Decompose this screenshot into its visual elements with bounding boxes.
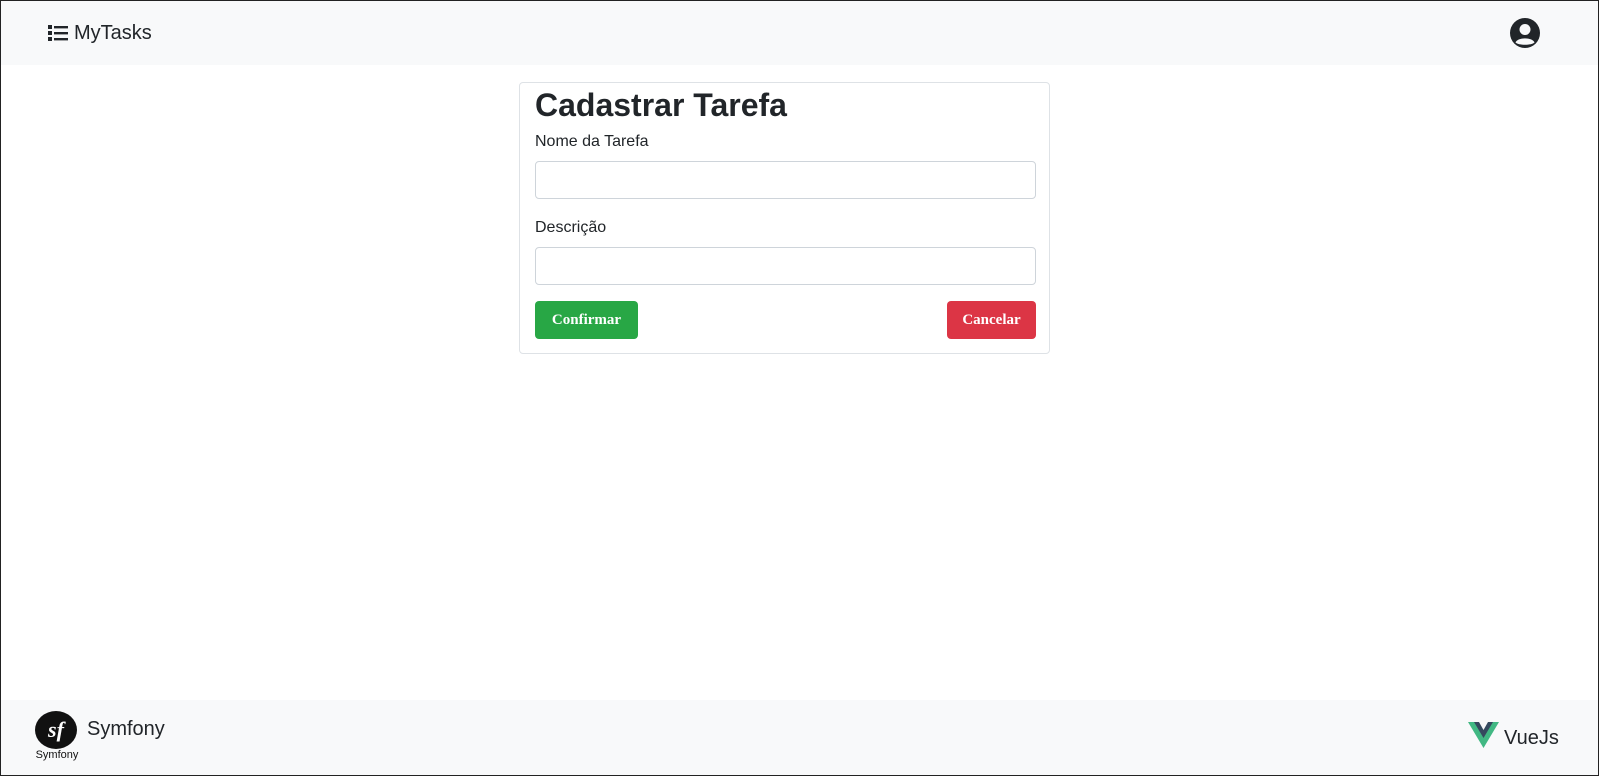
symfony-logo: sf Symfony — [30, 711, 80, 763]
task-description-input[interactable] — [535, 247, 1036, 285]
cancel-button[interactable]: Cancelar — [947, 301, 1036, 339]
symfony-logo-caption: Symfony — [35, 749, 79, 761]
symfony-logo-icon: sf — [35, 711, 77, 749]
task-form-card: Cadastrar Tarefa Nome da Tarefa Descriçã… — [519, 82, 1050, 354]
task-description-label: Descrição — [535, 219, 607, 236]
task-name-input[interactable] — [535, 161, 1036, 199]
brand-title: MyTasks — [74, 22, 152, 44]
svg-text:sf: sf — [47, 717, 67, 742]
app-window: MyTasks Cadastrar Tarefa Nome da Tarefa … — [0, 0, 1599, 776]
page-footer: sf Symfony Symfony VueJs — [1, 700, 1598, 775]
list-icon — [48, 25, 68, 41]
brand-link[interactable]: MyTasks — [48, 21, 152, 45]
task-name-label: Nome da Tarefa — [535, 133, 649, 150]
vuejs-label: VueJs — [1504, 727, 1559, 749]
top-navbar: MyTasks — [1, 1, 1598, 65]
symfony-label: Symfony — [87, 718, 165, 740]
user-circle-icon[interactable] — [1509, 17, 1541, 49]
form-title: Cadastrar Tarefa — [535, 87, 787, 123]
vue-logo-icon — [1468, 722, 1499, 748]
confirm-button[interactable]: Confirmar — [535, 301, 638, 339]
